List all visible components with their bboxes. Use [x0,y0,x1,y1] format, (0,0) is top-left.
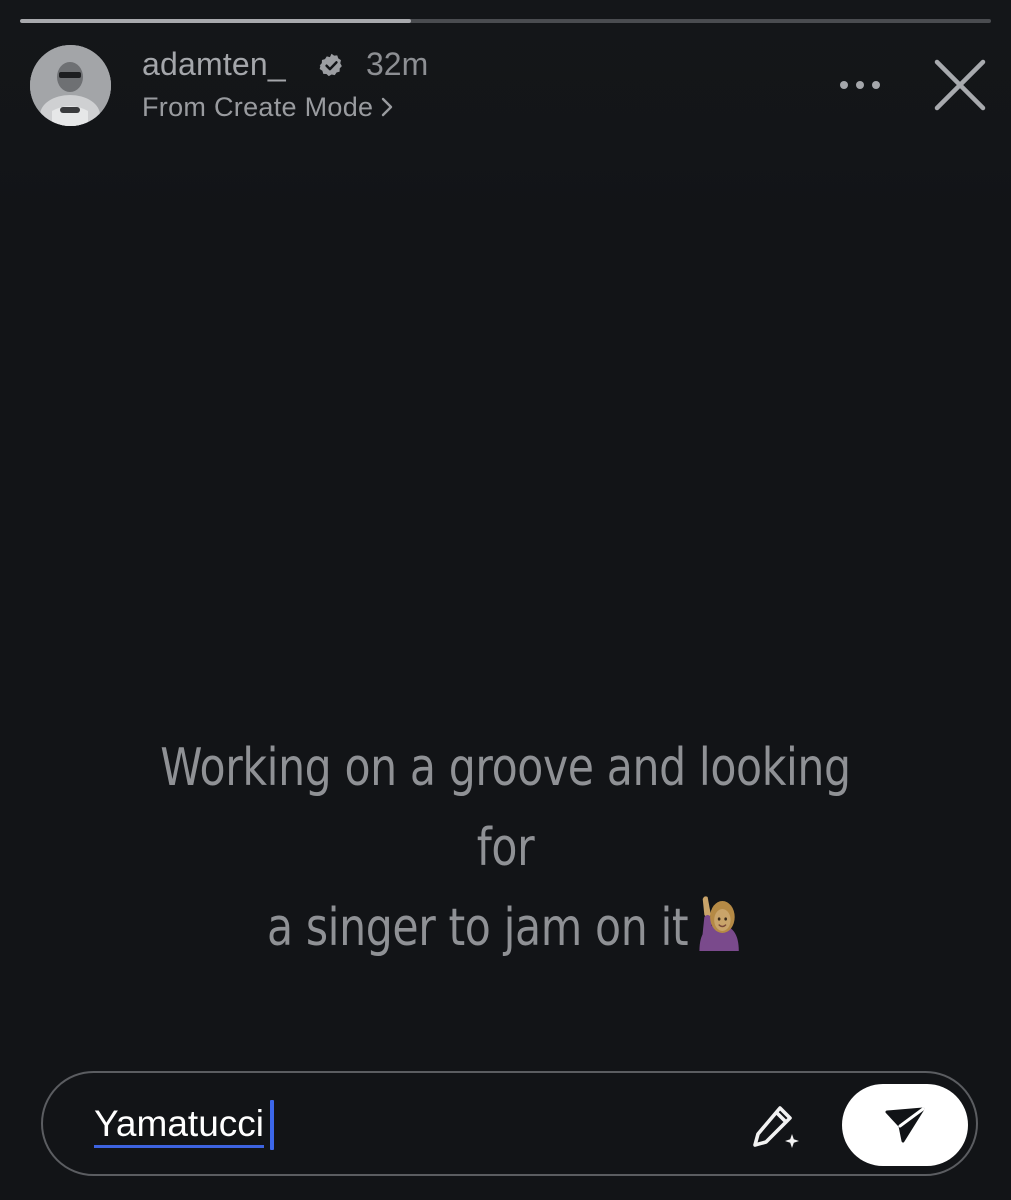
story-caption-line-2: a singer to jam on it [267,898,689,958]
story-viewer[interactable]: adamten_ 32m From Create Mode Working on… [0,0,1011,1200]
close-icon[interactable] [931,56,989,114]
text-caret [270,1100,274,1150]
story-time-ago: 32m [366,46,429,82]
send-icon [885,1107,925,1143]
more-dots-icon[interactable] [838,74,882,96]
story-caption: Working on a groove and looking for a si… [140,728,871,968]
avatar-image [30,45,111,126]
reply-input-value[interactable]: Yamatucci [94,1103,264,1148]
story-progress-fill [20,19,412,23]
person-raising-hand-emoji [699,896,740,951]
story-caption-line-2-wrap: a singer to jam on it [140,888,871,968]
create-mode-link[interactable]: From Create Mode [142,90,393,124]
avatar[interactable] [30,45,111,126]
chevron-right-icon [382,97,393,117]
author-username[interactable]: adamten_ [142,46,286,83]
story-caption-line-1: Working on a groove and looking for [160,738,851,878]
pencil-sparkle-icon[interactable] [750,1100,802,1152]
reply-input[interactable]: Yamatucci [94,1100,274,1150]
verified-badge-icon [319,53,342,77]
send-button[interactable] [842,1084,968,1166]
create-mode-label: From Create Mode [142,91,374,122]
story-progress-bar [20,19,991,23]
